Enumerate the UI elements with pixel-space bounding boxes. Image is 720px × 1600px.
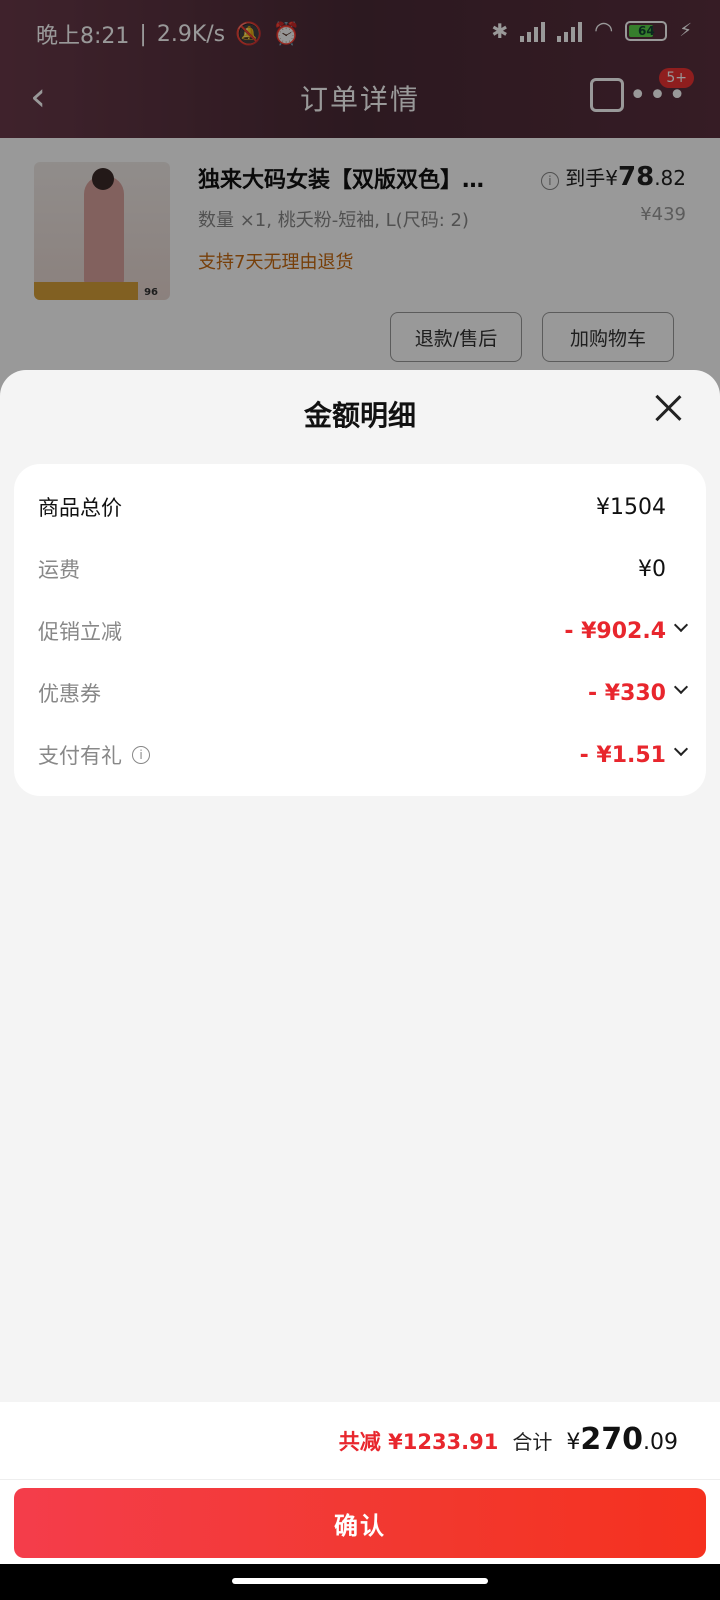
chevron-down-icon[interactable] — [673, 617, 689, 633]
total-decimal: .09 — [643, 1430, 678, 1455]
row-label: 商品总价 — [38, 496, 122, 520]
row-value: ¥1504 — [596, 494, 666, 520]
confirm-area: 确认 — [0, 1480, 720, 1564]
row-item-total: 商品总价 ¥1504 — [14, 476, 706, 538]
overlay-dim[interactable] — [0, 0, 720, 400]
home-indicator[interactable] — [232, 1578, 488, 1584]
row-label: 优惠券 — [38, 682, 101, 706]
confirm-button[interactable]: 确认 — [14, 1488, 706, 1558]
row-label: 促销立减 — [38, 620, 122, 644]
total-integer: 270 — [580, 1422, 643, 1457]
close-icon[interactable] — [654, 394, 682, 422]
row-value: - ¥1.51 — [579, 742, 666, 768]
total-label: 合计 — [512, 1430, 553, 1454]
row-label: 运费 — [38, 558, 80, 582]
row-coupon[interactable]: 优惠券 - ¥330 — [14, 662, 706, 724]
saved-label: 共减 — [338, 1430, 381, 1454]
gesture-bar — [0, 1564, 720, 1600]
info-icon[interactable]: i — [132, 746, 150, 764]
sheet-header: 金额明细 — [0, 370, 720, 458]
total-amount: ¥270.09 — [566, 1422, 678, 1457]
chevron-down-icon[interactable] — [673, 679, 689, 695]
row-value: ¥0 — [638, 556, 666, 582]
row-value: - ¥902.4 — [564, 618, 666, 644]
total-currency: ¥ — [566, 1430, 581, 1455]
row-value: - ¥330 — [587, 680, 666, 706]
row-label: 支付有礼 — [38, 744, 122, 768]
footer-summary: 共减 ¥1233.91 合计 ¥270.09 — [0, 1402, 720, 1480]
row-label-wrap: 支付有礼 i — [38, 740, 150, 770]
amount-detail-card: 商品总价 ¥1504 运费 ¥0 促销立减 - ¥902.4 优惠券 - ¥33… — [14, 464, 706, 796]
chevron-down-icon[interactable] — [673, 741, 689, 757]
row-promotion[interactable]: 促销立减 - ¥902.4 — [14, 600, 706, 662]
row-shipping: 运费 ¥0 — [14, 538, 706, 600]
saved-amount: 共减 ¥1233.91 — [339, 1426, 499, 1456]
row-payment-gift[interactable]: 支付有礼 i - ¥1.51 — [14, 724, 706, 786]
sheet-title: 金额明细 — [303, 399, 416, 432]
saved-value: ¥1233.91 — [388, 1430, 499, 1454]
